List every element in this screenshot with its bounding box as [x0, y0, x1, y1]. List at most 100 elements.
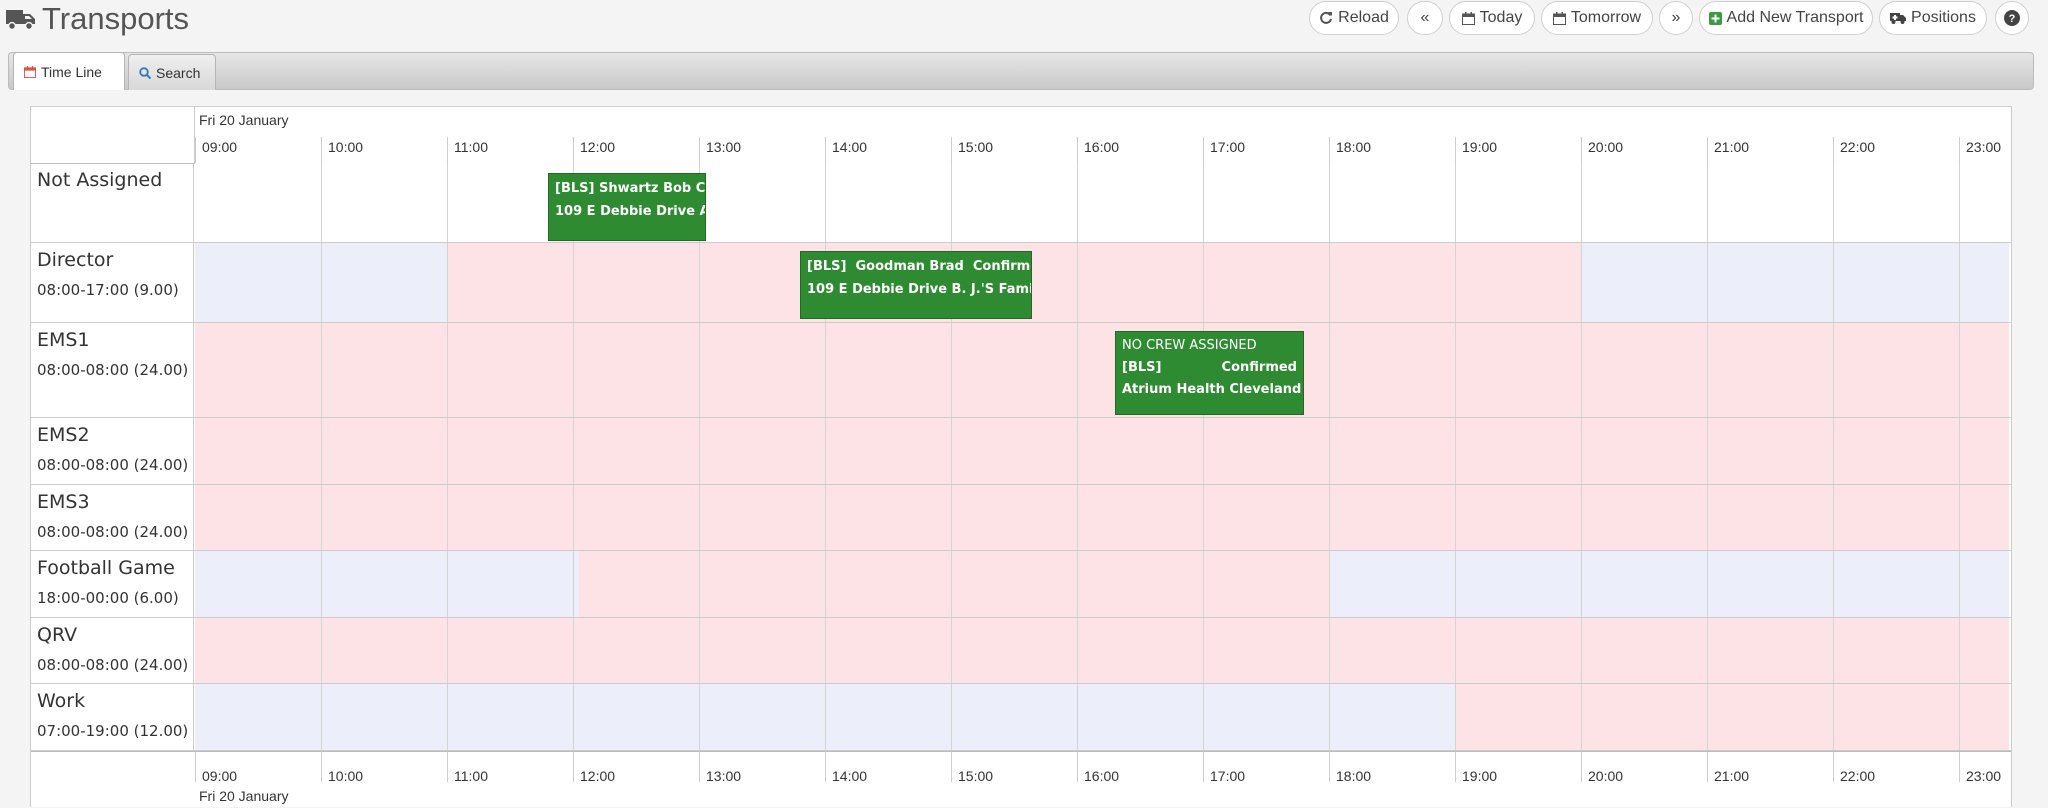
resource-shift: 08:00-08:00 (24.00) — [37, 523, 189, 541]
hour-gridline — [951, 163, 952, 242]
row-track[interactable] — [195, 618, 2011, 683]
hour-gridline — [1203, 684, 1204, 750]
hour-tick — [321, 137, 322, 163]
row-track[interactable] — [195, 684, 2011, 750]
hour-gridline — [699, 618, 700, 683]
hour-gridline — [447, 418, 448, 484]
add-new-transport-label: Add New Transport — [1726, 9, 1864, 26]
hour-gridline — [1329, 418, 1330, 484]
hour-gridline — [1959, 418, 1960, 484]
resource-shift: 07:00-19:00 (12.00) — [37, 722, 189, 740]
hour-label: 20:00 — [1588, 139, 1624, 155]
hour-label: 09:00 — [202, 139, 238, 155]
shift-on-band — [195, 618, 2010, 683]
resource-shift: 08:00-08:00 (24.00) — [37, 456, 189, 474]
resource-name: EMS1 — [37, 329, 90, 351]
hour-gridline — [1581, 684, 1582, 750]
reload-label: Reload — [1338, 9, 1389, 26]
time-axis-top: Fri 20 January 09:00 10:00 11:00 12:00 13:00… — [31, 107, 2011, 163]
hour-tick — [1959, 137, 1960, 163]
hour-tick — [1203, 752, 1204, 782]
hour-gridline — [321, 323, 322, 417]
hour-label: 10:00 — [328, 768, 364, 784]
transport-event[interactable]: [BLS] Shwartz Bob Confirmed 109 E Debbie… — [548, 173, 706, 241]
hour-gridline — [1707, 684, 1708, 750]
row-track[interactable] — [195, 485, 2011, 550]
previous-day-button[interactable]: « — [1407, 1, 1443, 35]
hour-gridline — [447, 243, 448, 322]
resource-name: EMS3 — [37, 491, 90, 513]
event-crew-status: NO CREW ASSIGNED — [1122, 338, 1257, 353]
hour-gridline — [825, 323, 826, 417]
date-footer: Fri 20 January — [199, 788, 289, 804]
hour-gridline — [1833, 323, 1834, 417]
hour-label: 23:00 — [1966, 768, 2002, 784]
hour-gridline — [321, 551, 322, 617]
hour-label: 20:00 — [1588, 768, 1624, 784]
hour-gridline — [321, 684, 322, 750]
transport-event[interactable]: [BLS] Goodman Brad Confirmed 109 E Debbi… — [800, 251, 1032, 319]
row-track[interactable] — [195, 551, 2011, 617]
reload-button[interactable]: Reload — [1309, 1, 1399, 35]
hour-label: 18:00 — [1336, 139, 1372, 155]
resource-row-ems1: EMS1 08:00-08:00 (24.00) — [31, 323, 2011, 418]
add-new-transport-button[interactable]: Add New Transport — [1699, 1, 1873, 35]
hour-tick — [1707, 752, 1708, 782]
hour-gridline — [1455, 684, 1456, 750]
hour-label: 19:00 — [1462, 139, 1498, 155]
row-track[interactable] — [195, 243, 2011, 322]
resource-label: Not Assigned — [31, 163, 194, 242]
tab-time-line[interactable]: Time Line — [13, 52, 125, 90]
today-button[interactable]: Today — [1449, 1, 1535, 35]
next-day-button[interactable]: » — [1659, 1, 1693, 35]
hour-tick — [1833, 752, 1834, 782]
hour-tick — [195, 752, 196, 782]
hour-tick — [1077, 137, 1078, 163]
tab-search-label: Search — [156, 64, 201, 81]
row-track[interactable] — [195, 163, 2011, 242]
hour-label: 17:00 — [1210, 139, 1246, 155]
tomorrow-label: Tomorrow — [1570, 9, 1642, 26]
resource-row-not-assigned: Not Assigned — [31, 163, 2011, 243]
resource-row-football-game: Football Game 18:00-00:00 (6.00) — [31, 551, 2011, 618]
hour-gridline — [1581, 163, 1582, 242]
page-title: Transports — [42, 1, 190, 36]
help-icon: ? — [2004, 10, 2020, 26]
hour-gridline — [447, 323, 448, 417]
hour-gridline — [573, 323, 574, 417]
resource-row-ems2: EMS2 08:00-08:00 (24.00) — [31, 418, 2011, 485]
resource-shift: 18:00-00:00 (6.00) — [37, 589, 179, 607]
hour-tick — [1077, 752, 1078, 782]
hour-gridline — [1707, 485, 1708, 550]
previous-label: « — [1420, 9, 1430, 26]
hour-gridline — [699, 485, 700, 550]
transport-event[interactable]: NO CREW ASSIGNED [BLS] Confirmed Atrium … — [1115, 331, 1304, 415]
hour-gridline — [447, 163, 448, 242]
calendar-icon — [24, 65, 36, 78]
row-track[interactable] — [195, 418, 2011, 484]
help-button[interactable]: ? — [1995, 1, 2029, 35]
hour-label: 13:00 — [706, 139, 742, 155]
hour-tick — [447, 137, 448, 163]
hour-gridline — [1959, 323, 1960, 417]
hour-gridline — [1329, 551, 1330, 617]
hour-gridline — [825, 551, 826, 617]
hour-gridline — [573, 418, 574, 484]
hour-tick — [1455, 752, 1456, 782]
hour-tick — [573, 137, 574, 163]
hour-label: 12:00 — [580, 139, 616, 155]
tomorrow-button[interactable]: Tomorrow — [1541, 1, 1653, 35]
positions-button[interactable]: Positions — [1879, 1, 1987, 35]
row-track[interactable] — [195, 323, 2011, 417]
hour-gridline — [1329, 485, 1330, 550]
tab-search[interactable]: Search — [128, 54, 216, 90]
event-line-2: Atrium Health Cleveland B. — [1122, 382, 1304, 397]
hour-gridline — [1959, 243, 1960, 322]
resource-row-work: Work 07:00-19:00 (12.00) — [31, 684, 2011, 751]
hour-label: 14:00 — [832, 139, 868, 155]
hour-gridline — [1833, 243, 1834, 322]
hour-gridline — [1329, 323, 1330, 417]
hour-gridline — [1707, 323, 1708, 417]
hour-gridline — [951, 684, 952, 750]
hour-gridline — [1581, 551, 1582, 617]
